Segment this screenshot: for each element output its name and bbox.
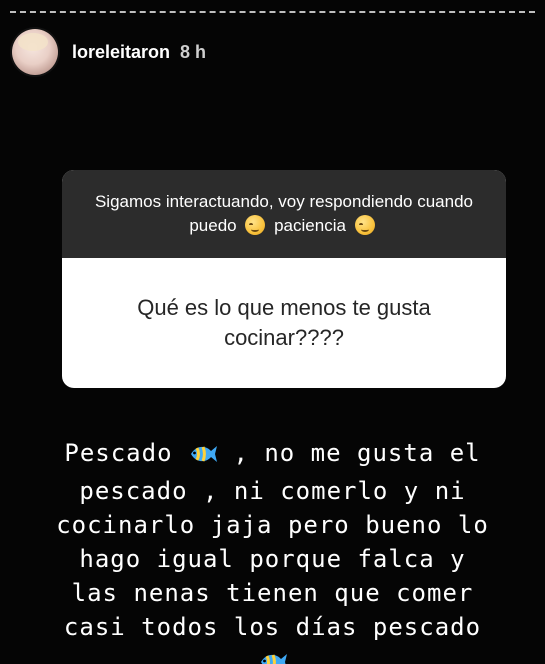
answer-line: cocinarlo jaja pero bueno lo	[56, 511, 489, 539]
tropical-fish-icon	[188, 440, 218, 474]
question-sticker: Sigamos interactuando, voy respondiendo …	[62, 170, 506, 388]
answer-line: las nenas tienen que comer	[71, 579, 474, 607]
question-sticker-body: Qué es lo que menos te gusta cocinar????	[62, 258, 506, 388]
relieved-face-icon	[354, 215, 375, 235]
answer-text: Pescado , no me gusta el pescado , ni co…	[0, 436, 545, 664]
answer-line: pescado , ni comerlo y ni	[79, 477, 466, 505]
answer-line: Pescado , no me gusta el	[0, 436, 545, 474]
answer-line-1a: Pescado	[64, 439, 173, 467]
question-prompt: Sigamos interactuando, voy respondiendo …	[86, 190, 482, 238]
story-time: 8 h	[180, 41, 207, 62]
story-header: loreleitaron 8 h	[12, 28, 206, 76]
question-prompt-text-2: paciencia	[274, 216, 346, 235]
relieved-face-icon	[245, 215, 266, 235]
question-text: Qué es lo que menos te gusta cocinar????	[137, 295, 431, 350]
question-sticker-header: Sigamos interactuando, voy respondiendo …	[62, 170, 506, 258]
tropical-fish-icon	[258, 648, 288, 664]
user-line: loreleitaron 8 h	[72, 42, 206, 63]
story-view: loreleitaron 8 h Sigamos interactuando, …	[0, 0, 545, 664]
answer-line: hago igual porque falca y	[79, 545, 466, 573]
story-progress-bar	[10, 11, 535, 13]
avatar[interactable]	[12, 29, 58, 75]
answer-line-1b: , no me gusta el	[233, 439, 481, 467]
username[interactable]: loreleitaron	[72, 42, 170, 63]
answer-line: casi todos los días pescado	[63, 613, 482, 641]
answer-line-icon	[0, 644, 545, 664]
